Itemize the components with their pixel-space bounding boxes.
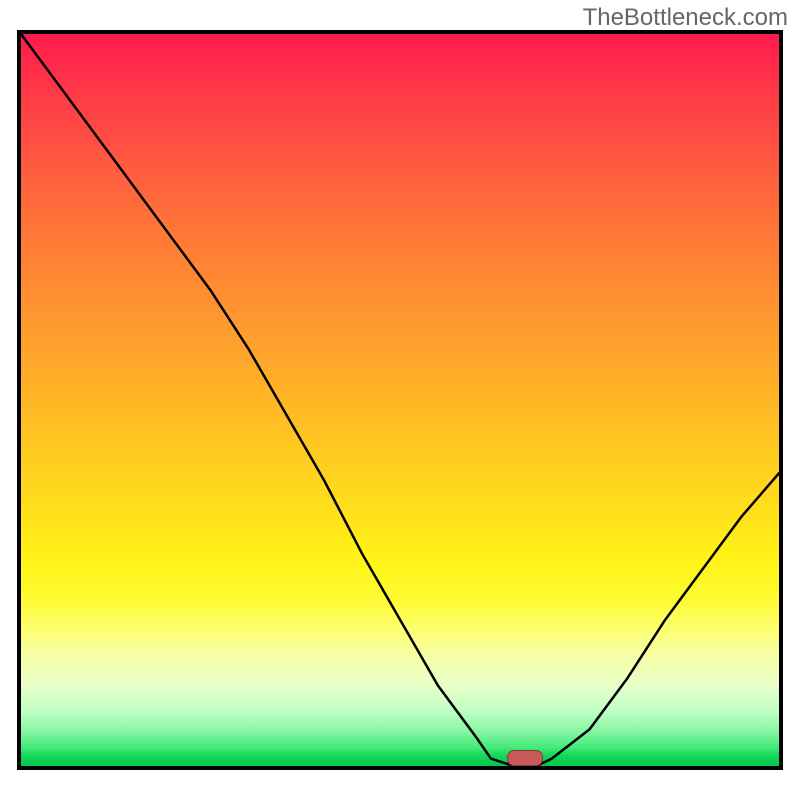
watermark-text: TheBottleneck.com xyxy=(583,4,788,32)
chart-container: TheBottleneck.com xyxy=(0,0,800,800)
axis-baseline xyxy=(17,768,783,774)
optimal-point-marker xyxy=(507,750,543,766)
plot-frame xyxy=(17,30,783,770)
bottleneck-curve xyxy=(21,34,779,766)
